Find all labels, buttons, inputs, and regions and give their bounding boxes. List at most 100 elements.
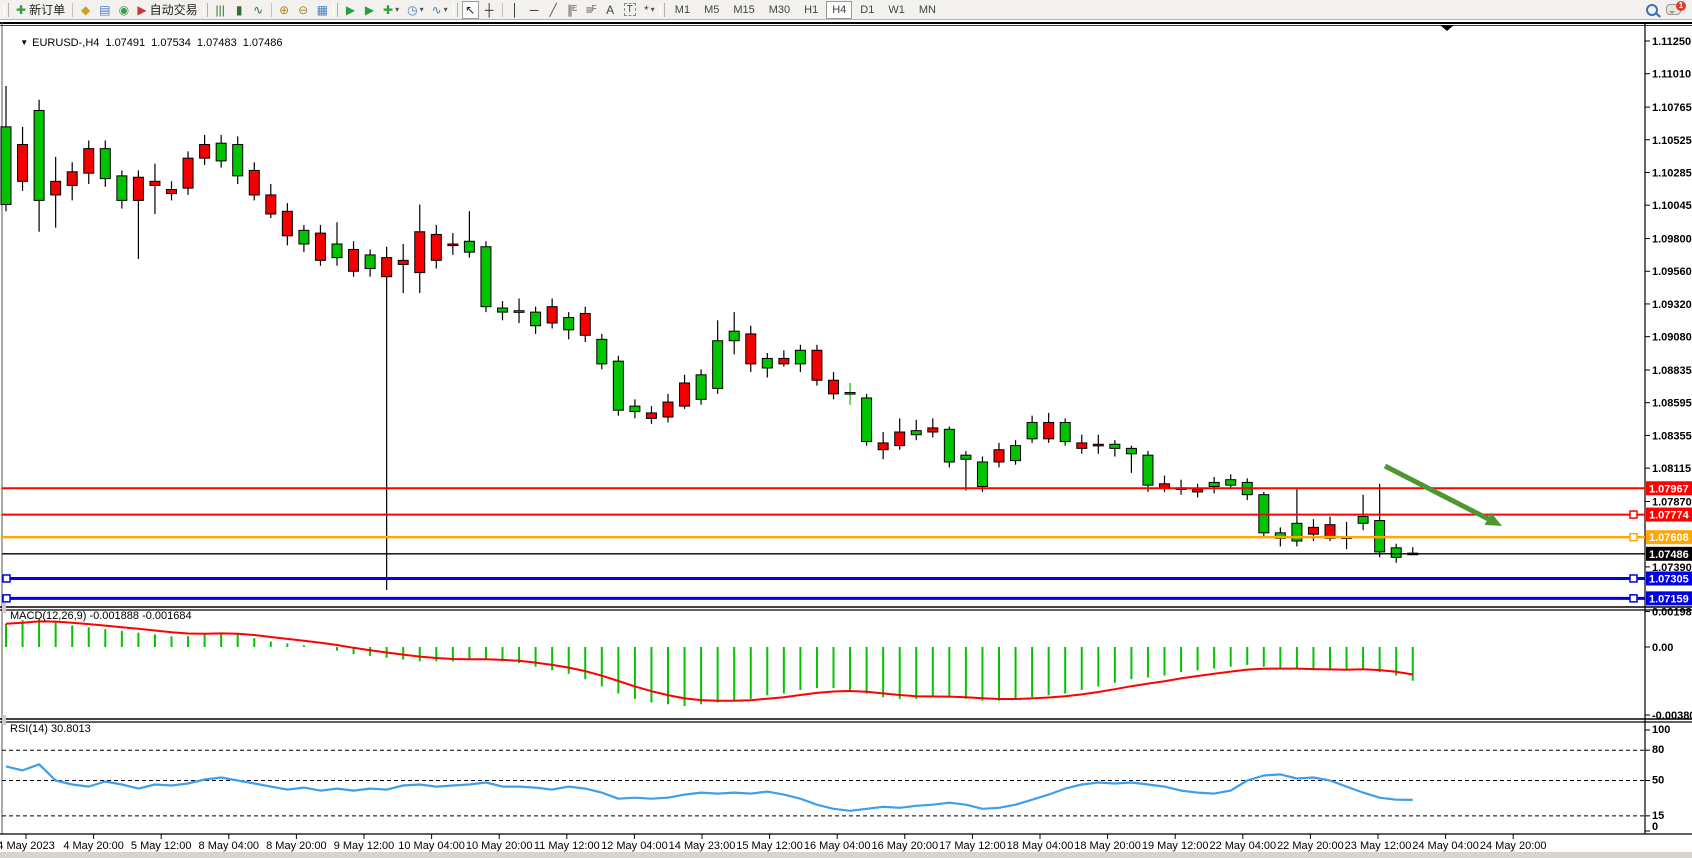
candle — [34, 100, 44, 232]
chart-shift-marker[interactable] — [1440, 25, 1454, 31]
svg-text:1.10285: 1.10285 — [1652, 167, 1692, 179]
depth-of-market-button[interactable]: ▤ — [96, 1, 113, 19]
dropdown-caret-icon: ▾ — [395, 1, 399, 19]
ohlc-low: 1.07483 — [197, 37, 237, 49]
svg-text:1.08355: 1.08355 — [1652, 430, 1692, 442]
candle — [762, 353, 772, 378]
line-handle[interactable] — [1630, 595, 1637, 602]
candle — [862, 394, 872, 446]
trendline-button[interactable]: ╱ — [545, 1, 562, 19]
signals-button[interactable]: ◉ — [115, 1, 132, 19]
svg-text:23 May 12:00: 23 May 12:00 — [1345, 840, 1412, 852]
ohlc-collapse-icon[interactable]: ▼ — [20, 38, 28, 47]
templates-button[interactable]: ∿▾ — [429, 1, 451, 19]
timeframe-mn-button[interactable]: MN — [913, 1, 942, 19]
profiles-icon: ◆ — [81, 1, 90, 19]
line-handle[interactable] — [1630, 511, 1637, 518]
bar-chart-button[interactable]: ||| — [212, 1, 229, 19]
timeframe-h4-button[interactable]: H4 — [826, 1, 852, 19]
candle — [315, 225, 325, 266]
tile-windows-button[interactable]: ▦ — [314, 1, 331, 19]
macd-pane: 0.0019820.00-0.003804 — [6, 607, 1692, 723]
timeframe-m30-button[interactable]: M30 — [763, 1, 796, 19]
text-button[interactable]: A — [602, 1, 619, 19]
line-handle[interactable] — [1630, 575, 1637, 582]
horizontal-line-button[interactable]: ─ — [526, 1, 543, 19]
indicators-icon: ✚ — [383, 1, 393, 19]
candle — [448, 233, 458, 255]
chart-canvas[interactable]: 1.112501.110101.107651.105251.102851.100… — [0, 0, 1692, 858]
svg-text:8 May 04:00: 8 May 04:00 — [199, 840, 260, 852]
svg-text:10 May 04:00: 10 May 04:00 — [398, 840, 465, 852]
horizontal-line-1.07608[interactable]: 1.07608 — [2, 530, 1692, 544]
svg-text:0.00: 0.00 — [1652, 642, 1673, 654]
chart-shift-button[interactable]: ▶ — [361, 1, 378, 19]
horizontal-line-1.07774[interactable]: 1.07774 — [2, 508, 1692, 522]
new-order-label: 新订单 — [29, 1, 65, 19]
candle — [547, 298, 557, 328]
horizontal-line-1.07305[interactable]: 1.07305 — [2, 571, 1692, 585]
indicators-button[interactable]: ✚▾ — [380, 1, 402, 19]
candle — [481, 241, 491, 312]
timeframe-h1-button[interactable]: H1 — [798, 1, 824, 19]
vertical-line-button[interactable]: │ — [507, 1, 524, 19]
candle — [84, 140, 94, 184]
candle — [680, 375, 690, 409]
candle — [911, 420, 921, 440]
arrows-tool-button[interactable]: *▾ — [641, 1, 658, 19]
cursor-button[interactable]: ↖ — [462, 1, 479, 19]
horizontal-line-1.07159[interactable]: 1.07159 — [2, 591, 1692, 605]
svg-text:1.08595: 1.08595 — [1652, 398, 1692, 410]
fibonacci-button[interactable]: ≡F — [583, 1, 600, 19]
candle — [382, 247, 392, 590]
timeframe-m15-button[interactable]: M15 — [727, 1, 760, 19]
candlestick-chart-button[interactable]: ▮ — [231, 1, 248, 19]
candle — [713, 320, 723, 394]
line-handle[interactable] — [3, 595, 10, 602]
line-handle[interactable] — [1630, 534, 1637, 541]
time-axis[interactable]: 4 May 20234 May 20:005 May 12:008 May 04… — [0, 834, 1547, 852]
new-order-button[interactable]: ✚新订单 — [13, 1, 68, 19]
toolbar-grip[interactable] — [203, 3, 208, 17]
line-chart-icon: ∿ — [253, 1, 263, 19]
depth-of-market-icon: ▤ — [99, 1, 110, 19]
svg-text:0.001982: 0.001982 — [1652, 607, 1692, 619]
rsi-line — [6, 764, 1413, 811]
trend-arrow-annotation[interactable] — [1385, 466, 1502, 526]
candle — [1027, 416, 1037, 443]
svg-text:1.07870: 1.07870 — [1652, 496, 1692, 508]
timeframe-d1-button[interactable]: D1 — [854, 1, 880, 19]
toolbar-grip[interactable] — [453, 3, 458, 17]
profiles-button[interactable]: ◆ — [77, 1, 94, 19]
toolbar-grip[interactable] — [660, 3, 665, 17]
periods-button[interactable]: ◷▾ — [404, 1, 427, 19]
svg-text:16 May 20:00: 16 May 20:00 — [871, 840, 938, 852]
timeframe-m5-button[interactable]: M5 — [698, 1, 725, 19]
timeframe-w1-button[interactable]: W1 — [882, 1, 911, 19]
candle — [746, 326, 756, 372]
candle — [994, 443, 1004, 468]
crosshair-button[interactable]: ┼ — [481, 1, 498, 19]
zoom-in-button[interactable]: ⊕ — [276, 1, 293, 19]
text-label-button[interactable]: T — [621, 1, 639, 19]
toolbar-grip[interactable] — [4, 3, 9, 17]
line-chart-button[interactable]: ∿ — [250, 1, 267, 19]
timeframe-m1-button[interactable]: M1 — [669, 1, 696, 19]
search-button[interactable] — [1643, 1, 1661, 19]
autotrading-button[interactable]: ▶自动交易 — [134, 1, 200, 19]
svg-text:24 May 20:00: 24 May 20:00 — [1480, 840, 1547, 852]
toolbar-grip[interactable] — [333, 3, 338, 17]
zoom-out-icon: ⊖ — [298, 1, 308, 19]
auto-scroll-button[interactable]: ▶ — [342, 1, 359, 19]
equidistant-channel-button[interactable]: ∥E — [564, 1, 581, 19]
chart-symbol-period: EURUSD-,H4 — [32, 37, 99, 49]
line-handle[interactable] — [3, 575, 10, 582]
autotrading-label: 自动交易 — [150, 1, 198, 19]
search-icon — [1646, 4, 1658, 16]
zoom-out-button[interactable]: ⊖ — [295, 1, 312, 19]
svg-text:17 May 12:00: 17 May 12:00 — [939, 840, 1006, 852]
dropdown-caret-icon: ▾ — [651, 1, 655, 19]
svg-text:18 May 04:00: 18 May 04:00 — [1007, 840, 1074, 852]
candle — [183, 151, 193, 195]
notifications-button[interactable]: 1 — [1663, 1, 1684, 19]
